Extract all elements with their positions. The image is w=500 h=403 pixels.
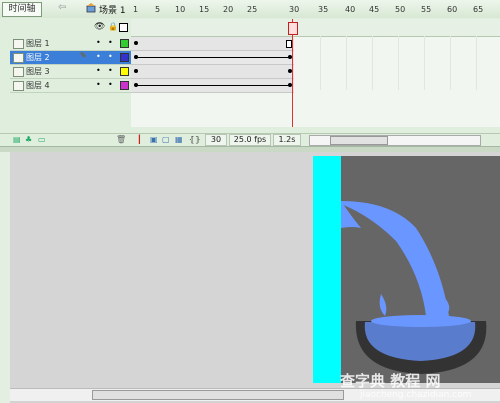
tween-line — [135, 85, 291, 86]
ruler-tick: 45 — [369, 5, 380, 14]
add-layer-icon[interactable]: ▤ — [13, 135, 21, 144]
frame-row-4[interactable] — [131, 79, 294, 93]
timeline-scrollbar-thumb[interactable] — [330, 136, 388, 145]
ruler-tick: 25 — [247, 5, 258, 14]
tween-line — [135, 57, 291, 58]
ruler-tick: 30 — [289, 5, 300, 14]
layer-name: 图层 2 — [26, 53, 50, 62]
playhead-line — [292, 19, 293, 127]
layer-row-4[interactable]: 图层 4 • • — [10, 79, 131, 93]
ruler-tick: 20 — [223, 5, 234, 14]
lock-dot[interactable]: • — [108, 80, 113, 89]
visibility-dot[interactable]: • — [96, 52, 101, 61]
layer-color-box[interactable] — [120, 81, 129, 90]
add-folder-icon[interactable]: ▭ — [38, 135, 46, 144]
back-arrow-icon[interactable]: ⇦ — [58, 2, 66, 13]
splash-drop — [379, 294, 387, 316]
frame-grid-line — [424, 36, 425, 90]
timeline-toggle-button[interactable]: 时间轴 — [2, 2, 42, 17]
pencil-icon: ✎ — [80, 51, 87, 60]
keyframe[interactable] — [134, 69, 138, 73]
layer-page-icon — [13, 39, 24, 49]
water-splash — [371, 315, 471, 327]
frame-grid-line — [372, 36, 373, 90]
ruler-tick: 10 — [175, 5, 186, 14]
frame-row-3[interactable] — [131, 65, 294, 79]
ruler-tick: 35 — [318, 5, 329, 14]
lock-dot[interactable]: • — [108, 66, 113, 75]
edit-multiple-frames-icon[interactable]: ▦ — [175, 135, 183, 144]
ruler-tick: 65 — [473, 5, 484, 14]
modify-markers-icon[interactable]: ⦃⦄ — [189, 135, 201, 144]
frame-rate[interactable]: 25.0 fps — [229, 134, 271, 146]
layer-row-3[interactable]: 图层 3 • • — [10, 65, 131, 79]
cyan-rectangle[interactable] — [313, 156, 341, 383]
frame-grid-line — [320, 36, 321, 90]
stage-scrollbar-thumb[interactable] — [92, 390, 344, 400]
visibility-dot[interactable]: • — [96, 80, 101, 89]
center-frame-icon[interactable]: ┃ — [137, 135, 142, 144]
ruler-tick: 5 — [155, 5, 161, 14]
current-frame: 30 — [205, 134, 227, 146]
water-pour-artwork[interactable] — [341, 156, 500, 383]
trash-icon[interactable]: 🗑 — [116, 135, 126, 144]
frame-grid-line — [346, 36, 347, 90]
layer-color-box[interactable] — [120, 67, 129, 76]
ruler-tick: 55 — [421, 5, 432, 14]
scene-label[interactable]: 场景 1 — [99, 3, 126, 16]
water-stream[interactable] — [341, 201, 449, 316]
elapsed-time: 1.2s — [273, 134, 301, 146]
layer-page-icon — [13, 81, 24, 91]
visibility-dot[interactable]: • — [96, 38, 101, 47]
layer-name: 图层 4 — [26, 81, 50, 90]
layer-page-icon — [13, 53, 24, 63]
ruler-tick: 40 — [345, 5, 356, 14]
frame-row-1[interactable] — [131, 37, 294, 51]
layer-row-2[interactable]: 图层 2 ✎ • • — [10, 51, 131, 65]
playhead-handle[interactable] — [288, 22, 298, 35]
lock-dot[interactable]: • — [108, 38, 113, 47]
layer-color-box[interactable] — [120, 53, 129, 62]
watermark-url: jiaocheng.chazidian.com — [360, 390, 472, 400]
keyframe[interactable] — [134, 41, 138, 45]
ruler-tick: 1 — [133, 5, 139, 14]
frame-grid-line — [450, 36, 451, 90]
eye-icon[interactable]: 👁 — [94, 22, 105, 32]
outline-icon[interactable] — [119, 23, 128, 32]
ruler-tick: 15 — [199, 5, 210, 14]
ruler-tick: 50 — [395, 5, 406, 14]
scene-icon — [86, 3, 96, 13]
frame-row-2[interactable] — [131, 51, 294, 65]
layer-row-1[interactable]: 图层 1 • • — [10, 37, 131, 51]
layer-page-icon — [13, 67, 24, 77]
ruler-tick: 60 — [447, 5, 458, 14]
lock-dot[interactable]: • — [108, 52, 113, 61]
lock-icon[interactable]: 🔒 — [108, 22, 118, 31]
visibility-dot[interactable]: • — [96, 66, 101, 75]
frame-ruler[interactable] — [131, 19, 500, 37]
watermark-title: 查字典 教程 网 — [340, 372, 441, 390]
onion-skin-icon[interactable]: ▣ — [150, 135, 158, 144]
left-panel-edge — [0, 152, 10, 403]
frame-grid-line — [398, 36, 399, 90]
layer-name: 图层 3 — [26, 67, 50, 76]
onion-outline-icon[interactable]: ▢ — [162, 135, 170, 144]
layer-name: 图层 1 — [26, 39, 50, 48]
add-guide-icon[interactable]: ♣ — [25, 135, 32, 144]
frame-grid-line — [476, 36, 477, 90]
layer-color-box[interactable] — [120, 39, 129, 48]
